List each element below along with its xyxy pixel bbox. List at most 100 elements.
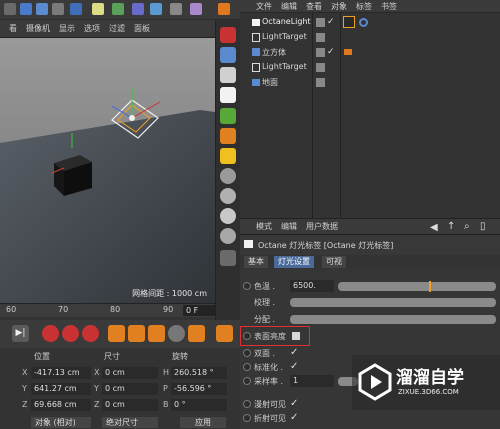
om-menu-item[interactable]: 书签 xyxy=(381,1,397,12)
point-level-icon[interactable] xyxy=(188,325,205,342)
tool-icon[interactable] xyxy=(52,3,64,15)
sphere-icon[interactable] xyxy=(220,188,236,204)
sphere-icon[interactable] xyxy=(220,168,236,184)
scale-key-icon[interactable] xyxy=(128,325,145,342)
tool-icon[interactable] xyxy=(4,3,16,15)
tool-icon[interactable] xyxy=(36,3,48,15)
3d-viewport[interactable]: 网格间距 : 1000 cm xyxy=(0,38,215,303)
rotation-b-field[interactable]: 0 ° xyxy=(171,399,227,411)
size-z-field[interactable]: 0 cm xyxy=(102,399,158,411)
tool-icon[interactable] xyxy=(150,3,162,15)
om-menu-item[interactable]: 查看 xyxy=(306,1,322,12)
calibration-slider[interactable] xyxy=(290,298,496,307)
viewport-menu-item[interactable]: 选项 xyxy=(84,23,100,34)
tool-icon[interactable] xyxy=(220,108,236,124)
light-tag-icon[interactable] xyxy=(220,87,236,103)
sphere-icon[interactable] xyxy=(220,228,236,244)
attr-menu-item[interactable]: 编辑 xyxy=(281,221,297,232)
visibility-icon[interactable] xyxy=(316,18,325,27)
rotation-p-field[interactable]: -56.596 ° xyxy=(171,383,227,395)
light-icon[interactable] xyxy=(92,3,104,15)
viewport-menu-item[interactable]: 看 xyxy=(9,23,17,34)
attr-menu-item[interactable]: 模式 xyxy=(256,221,272,232)
check-icon[interactable]: ✓ xyxy=(327,17,335,27)
viewport-menu-item[interactable]: 显示 xyxy=(59,23,75,34)
om-menu-item[interactable]: 文件 xyxy=(256,1,272,12)
keyframe-selection-icon[interactable] xyxy=(82,325,99,342)
tab-basic[interactable]: 基本 xyxy=(244,256,268,268)
check-icon[interactable]: ✓ xyxy=(327,47,335,57)
tool-icon[interactable] xyxy=(70,3,82,15)
object-row[interactable]: 地面 xyxy=(240,75,500,90)
double-sided-checkbox[interactable]: ✓ xyxy=(290,347,298,358)
size-mode-dropdown[interactable]: 绝对尺寸 xyxy=(102,417,158,428)
camera-icon[interactable] xyxy=(220,67,236,83)
sampling-rate-field[interactable]: 1 xyxy=(290,375,334,387)
film-icon[interactable] xyxy=(216,325,233,342)
autokey-icon[interactable] xyxy=(62,325,79,342)
om-menu-item[interactable]: 编辑 xyxy=(281,1,297,12)
tool-icon[interactable] xyxy=(190,3,202,15)
position-z-field[interactable]: 69.668 cm xyxy=(31,399,91,411)
sphere-icon[interactable] xyxy=(220,208,236,224)
tool-icon[interactable] xyxy=(132,3,144,15)
record-icon[interactable] xyxy=(220,27,236,43)
material-tag-icon[interactable] xyxy=(344,49,352,55)
object-name[interactable]: 立方体 xyxy=(262,47,286,58)
apply-button[interactable]: 应用 xyxy=(180,417,226,428)
object-row[interactable]: LightTarget xyxy=(240,60,500,75)
object-name[interactable]: LightTarget xyxy=(262,32,307,41)
visibility-icon[interactable] xyxy=(316,48,325,57)
diffuse-visible-checkbox[interactable]: ✓ xyxy=(290,398,298,409)
back-arrow-icon[interactable]: ◀ xyxy=(430,222,438,233)
object-row[interactable]: 立方体 ✓ xyxy=(240,45,500,60)
octane-icon[interactable] xyxy=(218,3,230,15)
keyframe-radio[interactable] xyxy=(243,400,251,408)
size-x-field[interactable]: 0 cm xyxy=(102,367,158,379)
viewport-menu-item[interactable]: 面板 xyxy=(134,23,150,34)
light-tag-icon[interactable] xyxy=(343,16,355,28)
visibility-icon[interactable] xyxy=(316,78,325,87)
om-menu-item[interactable]: 对象 xyxy=(331,1,347,12)
position-x-field[interactable]: -417.13 cm xyxy=(31,367,91,379)
sun-icon[interactable] xyxy=(220,148,236,164)
temperature-field[interactable]: 6500. xyxy=(290,280,334,292)
attr-menu-item[interactable]: 用户数据 xyxy=(306,221,338,232)
keyframe-radio[interactable] xyxy=(243,363,251,371)
target-tag-icon[interactable] xyxy=(359,18,368,27)
goto-end-icon[interactable]: ▶| xyxy=(12,325,29,342)
normalize-checkbox[interactable]: ✓ xyxy=(290,361,298,372)
move-key-icon[interactable] xyxy=(108,325,125,342)
keyframe-radio[interactable] xyxy=(243,349,251,357)
search-icon[interactable]: ⌕ xyxy=(464,221,470,232)
object-name[interactable]: LightTarget xyxy=(262,62,307,71)
up-arrow-icon[interactable]: ↑ xyxy=(447,221,455,232)
param-key-icon[interactable] xyxy=(168,325,185,342)
visibility-icon[interactable] xyxy=(316,33,325,42)
coordinate-mode-dropdown[interactable]: 对象 (相对) xyxy=(31,417,91,428)
keyframe-radio[interactable] xyxy=(243,377,251,385)
tool-icon[interactable] xyxy=(170,3,182,15)
distribution-slider[interactable] xyxy=(290,315,496,324)
temperature-slider[interactable] xyxy=(338,282,496,291)
tool-icon[interactable] xyxy=(112,3,124,15)
lock-icon[interactable]: ▯ xyxy=(480,221,486,232)
rotate-key-icon[interactable] xyxy=(148,325,165,342)
keyframe-radio[interactable] xyxy=(243,282,251,290)
om-menu-item[interactable]: 标签 xyxy=(356,1,372,12)
tab-light-settings[interactable]: 灯光设置 xyxy=(274,256,314,268)
viewport-menu-item[interactable]: 过滤 xyxy=(109,23,125,34)
keyframe-radio[interactable] xyxy=(243,414,251,422)
tab-visibility[interactable]: 可视 xyxy=(322,256,346,268)
tool-icon[interactable] xyxy=(220,250,236,266)
tool-icon[interactable] xyxy=(20,3,32,15)
record-key-icon[interactable] xyxy=(42,325,59,342)
object-name[interactable]: 地面 xyxy=(262,77,278,88)
visibility-icon[interactable] xyxy=(316,63,325,72)
viewport-menu-item[interactable]: 摄像机 xyxy=(26,23,50,34)
tool-icon[interactable] xyxy=(220,128,236,144)
position-y-field[interactable]: 641.27 cm xyxy=(31,383,91,395)
tool-icon[interactable] xyxy=(220,47,236,63)
object-name[interactable]: OctaneLight xyxy=(262,17,311,26)
current-frame-field[interactable]: 0 F xyxy=(183,305,215,316)
